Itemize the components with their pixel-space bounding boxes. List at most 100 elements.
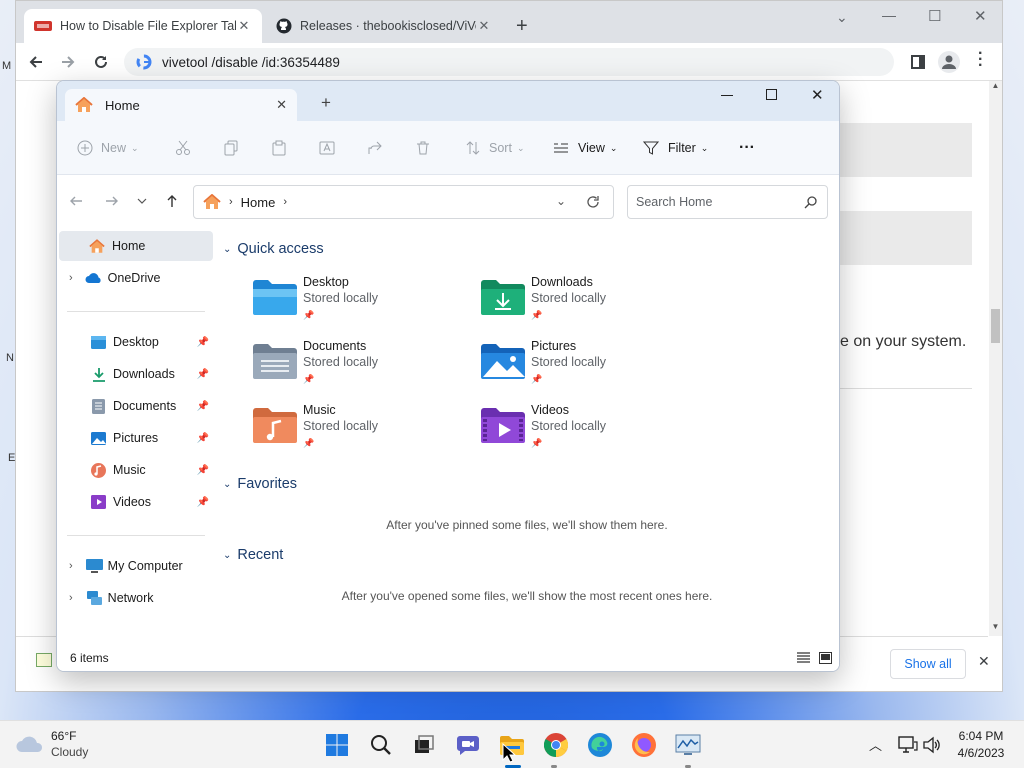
- browser-tab-article[interactable]: How to Disable File Explorer Tab ✕: [24, 9, 262, 43]
- nav-item-desktop[interactable]: Desktop 📌: [59, 327, 213, 357]
- quick-access-downloads[interactable]: Downloads Stored locally 📌: [481, 275, 681, 323]
- maximize-button[interactable]: [766, 89, 777, 100]
- tiles-view-icon[interactable]: [819, 652, 832, 664]
- nav-item-documents[interactable]: Documents 📌: [59, 391, 213, 421]
- search-button[interactable]: [367, 731, 395, 759]
- quick-access-pictures[interactable]: Pictures Stored locally 📌: [481, 339, 681, 387]
- browser-maximize-button[interactable]: ☐: [928, 7, 941, 25]
- show-hidden-icons-icon[interactable]: ︿: [869, 735, 882, 754]
- back-arrow-icon[interactable]: [69, 194, 83, 208]
- nav-item-network[interactable]: › Network: [59, 583, 213, 613]
- side-panel-icon[interactable]: [910, 54, 926, 70]
- explorer-tab-home[interactable]: Home ✕: [65, 89, 297, 121]
- close-tab-icon[interactable]: ✕: [236, 18, 252, 34]
- close-button[interactable]: ✕: [811, 86, 824, 104]
- browser-minimize-button[interactable]: —: [882, 7, 896, 23]
- firefox-taskbar-button[interactable]: [630, 731, 658, 759]
- breadcrumb-home[interactable]: Home: [241, 195, 276, 210]
- chevron-right-icon[interactable]: ›: [69, 560, 73, 572]
- sort-button[interactable]: Sort ⌄: [465, 135, 524, 161]
- details-view-icon[interactable]: [797, 652, 810, 664]
- chevron-right-icon[interactable]: ›: [69, 592, 73, 604]
- show-all-button[interactable]: Show all: [890, 649, 966, 679]
- close-download-bar-icon[interactable]: ✕: [978, 653, 990, 670]
- task-view-button[interactable]: [410, 731, 438, 759]
- new-tab-button[interactable]: +: [516, 15, 528, 38]
- nav-label: Desktop: [113, 335, 159, 349]
- downloads-icon: [93, 367, 105, 382]
- copy-icon[interactable]: [223, 140, 239, 156]
- pin-icon: 📌: [196, 368, 209, 380]
- search-box[interactable]: Search Home: [627, 185, 828, 219]
- share-icon[interactable]: [367, 140, 383, 156]
- search-input[interactable]: Search Home: [636, 195, 712, 209]
- nav-item-my-computer[interactable]: › My Computer: [59, 551, 213, 581]
- forward-arrow-icon[interactable]: [105, 194, 119, 208]
- new-tab-button[interactable]: +: [321, 93, 331, 113]
- nav-item-onedrive[interactable]: › OneDrive: [59, 263, 213, 293]
- browser-close-button[interactable]: ✕: [974, 7, 987, 25]
- weather-widget[interactable]: 66°F Cloudy: [16, 729, 116, 761]
- new-button[interactable]: New ⌄: [77, 135, 139, 161]
- quick-access-music[interactable]: Music Stored locally 📌: [253, 403, 453, 451]
- forward-arrow-icon[interactable]: [60, 54, 76, 70]
- nav-item-downloads[interactable]: Downloads 📌: [59, 359, 213, 389]
- recent-locations-icon[interactable]: [137, 197, 147, 205]
- quick-access-desktop[interactable]: Desktop Stored locally 📌: [253, 275, 453, 323]
- edge-taskbar-button[interactable]: [586, 731, 614, 759]
- nav-item-pictures[interactable]: Pictures 📌: [59, 423, 213, 453]
- pin-icon: 📌: [303, 374, 315, 384]
- reload-icon[interactable]: [93, 54, 109, 70]
- scrollbar-thumb[interactable]: [991, 309, 1000, 343]
- address-bar[interactable]: vivetool /disable /id:36354489: [124, 48, 894, 76]
- quick-access-header[interactable]: ⌄ Quick access: [223, 241, 324, 257]
- pin-icon: 📌: [196, 432, 209, 444]
- page-block: [840, 123, 972, 177]
- clock-date[interactable]: 4/6/2023: [950, 746, 1012, 760]
- back-arrow-icon[interactable]: [28, 54, 44, 70]
- desktop-letter: E: [8, 452, 16, 464]
- up-arrow-icon[interactable]: [165, 194, 179, 208]
- page-scrollbar[interactable]: ▲ ▼: [989, 81, 1002, 636]
- rename-icon[interactable]: [319, 140, 335, 156]
- favorites-header[interactable]: ⌄ Favorites: [223, 476, 297, 492]
- browser-tab-releases[interactable]: Releases · thebookisclosed/ViVe ✕: [266, 9, 502, 43]
- chevron-right-icon[interactable]: ›: [69, 272, 73, 284]
- item-status: Stored locally: [531, 355, 607, 369]
- view-button[interactable]: View ⌄: [553, 135, 617, 161]
- browser-menu-icon[interactable]: · · ·: [978, 46, 983, 74]
- nav-item-home[interactable]: Home: [59, 231, 213, 261]
- chrome-icon: [544, 733, 568, 757]
- quick-access-documents[interactable]: Documents Stored locally 📌: [253, 339, 453, 387]
- chevron-right-icon: ›: [283, 196, 288, 208]
- status-bar: 6 items: [57, 643, 839, 671]
- refresh-icon[interactable]: [586, 195, 600, 209]
- paste-icon[interactable]: [271, 140, 287, 156]
- tab-search-icon[interactable]: ⌄: [836, 9, 848, 26]
- scroll-down-icon[interactable]: ▼: [989, 622, 1002, 631]
- start-button[interactable]: [323, 731, 351, 759]
- address-box[interactable]: › Home › ⌄: [193, 185, 614, 219]
- clock-time[interactable]: 6:04 PM: [950, 729, 1012, 743]
- more-options-button[interactable]: ···: [739, 135, 755, 161]
- nav-item-videos[interactable]: Videos 📌: [59, 487, 213, 517]
- close-tab-icon[interactable]: ✕: [476, 18, 492, 34]
- volume-icon[interactable]: [923, 736, 941, 754]
- nav-item-music[interactable]: Music 📌: [59, 455, 213, 485]
- teams-chat-button[interactable]: [454, 731, 482, 759]
- performance-monitor-taskbar-button[interactable]: [674, 731, 702, 759]
- cut-icon[interactable]: [175, 140, 191, 156]
- content-pane: ⌄ Quick access Desktop Stored locally 📌 …: [215, 227, 839, 641]
- close-tab-icon[interactable]: ✕: [276, 97, 287, 113]
- minimize-button[interactable]: [721, 95, 733, 96]
- network-status-icon[interactable]: [898, 736, 918, 754]
- quick-access-videos[interactable]: Videos Stored locally 📌: [481, 403, 681, 451]
- address-dropdown-icon[interactable]: ⌄: [556, 194, 566, 208]
- filter-button[interactable]: Filter ⌄: [643, 135, 708, 161]
- scroll-up-icon[interactable]: ▲: [989, 81, 1002, 90]
- windows-logo-icon: [326, 734, 348, 756]
- chrome-taskbar-button[interactable]: [542, 731, 570, 759]
- recent-header[interactable]: ⌄ Recent: [223, 547, 283, 563]
- profile-avatar-icon[interactable]: [938, 51, 960, 73]
- delete-icon[interactable]: [415, 140, 431, 156]
